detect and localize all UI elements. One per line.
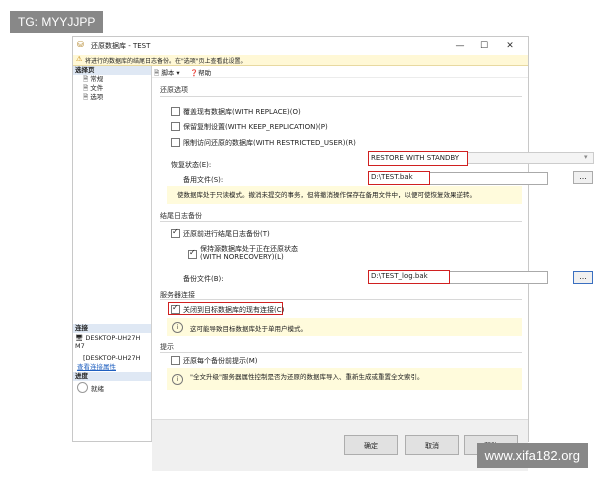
database-icon: ⛁: [77, 40, 84, 49]
server-connections-info: 这可能导致目标数据库处于单用户模式。: [190, 325, 307, 333]
server-icon: 🖥: [75, 334, 84, 342]
prompt-info-box: i "全文升级"服务器属性控制是否为还原的数据库导入、重新生成或重置全文索引。: [167, 368, 522, 390]
recovery-info: 使数据库处于只读模式。撤消未提交的事务，但将撤消操作保存在备用文件中，以便可使恢…: [167, 186, 522, 204]
standby-file-label: 备用文件(S):: [183, 176, 224, 184]
warning-text: 将进行的数据库的结尾日志备份。在"选项"页上查看此设置。: [85, 58, 247, 65]
divider: [160, 352, 522, 353]
page-options[interactable]: 🗎 选项: [73, 93, 151, 102]
page-general[interactable]: 🗎 常规: [73, 75, 151, 84]
overwrite-checkbox[interactable]: [171, 107, 180, 116]
title-bar: ⛁ 还原数据库 - TEST — ☐ ✕: [73, 37, 528, 55]
script-icon: 🗎: [154, 69, 160, 77]
standby-file-input[interactable]: D:\TEST.bak: [368, 171, 430, 185]
server-connections-info-box: i 这可能导致目标数据库处于单用户模式。: [167, 318, 522, 336]
info-icon: i: [172, 322, 183, 333]
backup-file-browse-button[interactable]: ...: [573, 271, 593, 284]
divider: [160, 96, 522, 97]
view-connection-properties-link[interactable]: 查看连接属性: [77, 361, 116, 371]
prompt-info: "全文升级"服务器属性控制是否为还原的数据库导入、重新生成或重置全文索引。: [190, 373, 424, 381]
help-button[interactable]: ❓帮助: [190, 67, 211, 77]
take-tail-log-checkbox[interactable]: [171, 227, 180, 238]
restricted-user-checkbox[interactable]: [171, 138, 180, 147]
help-icon: ❓: [190, 69, 199, 77]
corner-tag: TG: MYYJJPP: [10, 11, 104, 33]
page-files[interactable]: 🗎 文件: [73, 84, 151, 93]
progress-status: 就绪: [91, 385, 104, 393]
keep-replication-label: 保留复制设置(WITH KEEP_REPLICATION)(P): [183, 123, 328, 131]
recovery-state-label: 恢复状态(E):: [171, 161, 212, 169]
ok-button[interactable]: 确定: [344, 435, 398, 455]
toolbar: 🗎 脚本 ▾ ❓帮助: [152, 66, 528, 78]
recovery-state-dropdown[interactable]: RESTORE WITH STANDBY: [368, 151, 468, 166]
close-connections-checkbox[interactable]: [171, 303, 180, 314]
tail-log-label: 结尾日志备份: [160, 212, 202, 220]
cancel-button[interactable]: 取消: [405, 435, 459, 455]
backup-file-input[interactable]: D:\TEST_log.bak: [368, 270, 450, 284]
leave-restoring-checkbox[interactable]: [188, 248, 197, 259]
progress-spinner-icon: [77, 382, 88, 393]
progress-header: 进度: [73, 372, 151, 381]
overwrite-label: 覆盖现有数据库(WITH REPLACE)(O): [183, 108, 301, 116]
divider: [160, 221, 522, 222]
server-name: DESKTOP-UH27H M7: [75, 334, 141, 350]
prompt-label: 提示: [160, 343, 174, 351]
chevron-down-icon: ▾: [584, 153, 588, 161]
restricted-user-label: 限制访问还原的数据库(WITH RESTRICTED_USER)(R): [183, 139, 356, 147]
maximize-button[interactable]: ☐: [475, 39, 493, 53]
warning-icon: ⚠: [76, 55, 83, 63]
restore-database-dialog: ⛁ 还原数据库 - TEST — ☐ ✕ ⚠ 将进行的数据库的结尾日志备份。在"…: [72, 36, 594, 471]
standby-file-browse-button[interactable]: ...: [573, 171, 593, 184]
watermark: www.xifa182.org: [476, 443, 588, 468]
backup-file-label: 备份文件(B):: [183, 275, 224, 283]
take-tail-log-label: 还原前进行结尾日志备份(T): [183, 230, 270, 238]
right-pane: 🗎 脚本 ▾ ❓帮助 还原选项 覆盖现有数据库(WITH REPLACE)(O)…: [152, 66, 594, 471]
button-bar: 确定 取消 帮助: [152, 419, 528, 471]
left-pane: 选择页 🗎 常规 🗎 文件 🗎 选项 连接 🖥 DESKTOP-UH27H M7…: [73, 66, 152, 441]
close-connections-label: 关闭到目标数据库的现有连接(C): [183, 306, 285, 314]
close-button[interactable]: ✕: [501, 39, 519, 53]
warning-banner: ⚠ 将进行的数据库的结尾日志备份。在"选项"页上查看此设置。: [73, 55, 528, 66]
minimize-button[interactable]: —: [451, 39, 469, 53]
keep-replication-checkbox[interactable]: [171, 122, 180, 131]
script-button[interactable]: 🗎 脚本 ▾: [154, 67, 180, 80]
divider: [160, 299, 522, 300]
select-page-header: 选择页: [73, 66, 151, 75]
restore-options-label: 还原选项: [160, 86, 188, 94]
connection-header: 连接: [73, 324, 151, 333]
leave-restoring-label-2: (WITH NORECOVERY)(L): [200, 253, 284, 261]
info-icon: i: [172, 374, 183, 385]
window-title: 还原数据库 - TEST: [91, 42, 151, 50]
prompt-each-checkbox[interactable]: [171, 356, 180, 365]
prompt-each-label: 还原每个备份前提示(M): [183, 357, 258, 365]
